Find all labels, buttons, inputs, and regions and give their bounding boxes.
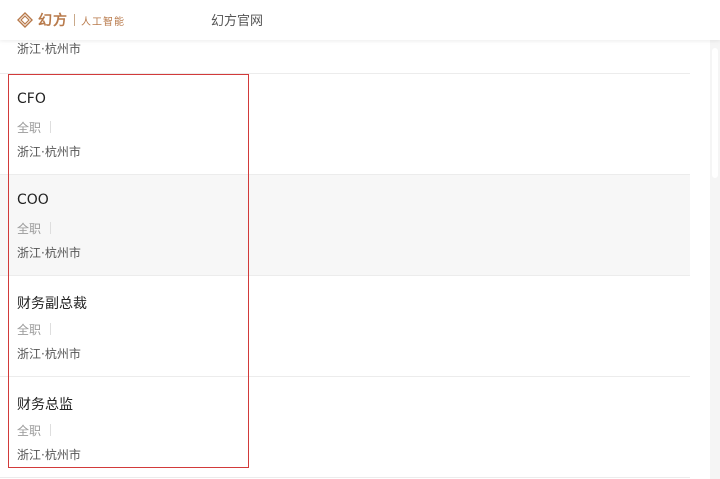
job-row[interactable]: COO 全职 浙江·杭州市 — [0, 175, 690, 276]
job-location: 浙江·杭州市 — [17, 347, 81, 361]
logo-divider — [74, 14, 75, 26]
job-row[interactable]: 财务副总裁 全职 浙江·杭州市 — [0, 276, 690, 377]
job-row[interactable]: CFO 全职 浙江·杭州市 — [0, 74, 690, 175]
job-title[interactable]: CFO — [17, 91, 46, 107]
scrollbar-thumb[interactable] — [712, 48, 718, 178]
logo-diamond-icon — [17, 12, 33, 28]
job-location: 浙江·杭州市 — [17, 448, 81, 462]
job-location: 浙江·杭州市 — [17, 42, 81, 56]
job-title[interactable]: 财务总监 — [17, 394, 73, 414]
job-location: 浙江·杭州市 — [17, 145, 81, 159]
brand-logo[interactable]: 幻方 人工智能 — [16, 10, 125, 30]
job-list: 浙江·杭州市 CFO 全职 浙江·杭州市 COO 全职 浙江·杭州市 财务副总裁… — [0, 40, 690, 479]
job-location: 浙江·杭州市 — [17, 246, 81, 260]
job-title[interactable]: COO — [17, 192, 49, 208]
job-type: 全职 — [17, 422, 52, 439]
top-header: 幻方 人工智能 幻方官网 — [0, 0, 720, 40]
job-type: 全职 — [17, 220, 52, 237]
job-type: 全职 — [17, 321, 52, 338]
job-title[interactable]: 财务副总裁 — [17, 293, 87, 313]
job-row[interactable]: 财务总监 全职 浙江·杭州市 — [0, 377, 690, 478]
logo-text: 幻方 — [38, 13, 68, 29]
job-type: 全职 — [17, 119, 52, 136]
official-site-link[interactable]: 幻方官网 — [211, 10, 263, 29]
job-row[interactable]: 浙江·杭州市 — [0, 40, 690, 74]
logo-subtitle: 人工智能 — [81, 16, 125, 28]
